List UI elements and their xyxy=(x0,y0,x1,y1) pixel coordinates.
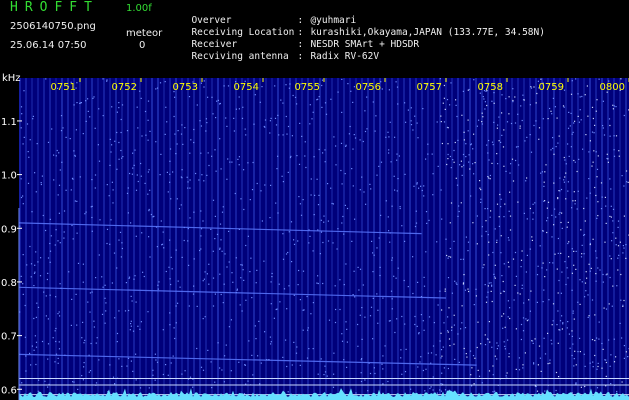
x-tick-label: 0751 xyxy=(51,82,76,93)
spectrogram: 1.1 1.0 0.9 0.8 0.7 0.6 0751 0752 0753 0754 0755 07… xyxy=(1,78,629,400)
y-tick-label: 0.6 xyxy=(1,385,17,396)
y-axis-unit-label: kHz xyxy=(2,73,21,84)
x-tick-label: 0752 xyxy=(112,82,137,93)
y-tick-label: 0.8 xyxy=(1,278,17,289)
y-tick-label: 1.0 xyxy=(1,171,17,182)
x-tick-label: 0754 xyxy=(234,82,259,93)
y-tick-label: 1.1 xyxy=(1,117,17,128)
x-tick-label: 0756 xyxy=(356,82,381,93)
x-tick-label: 0758 xyxy=(478,82,503,93)
x-tick-label: 0753 xyxy=(173,82,198,93)
y-tick-label: 0.7 xyxy=(1,332,17,343)
x-tick-label: 0757 xyxy=(417,82,442,93)
x-tick-label: 0800 xyxy=(600,82,625,93)
x-tick-label: 0755 xyxy=(295,82,320,93)
y-tick-label: 0.9 xyxy=(1,224,17,235)
x-tick-label: 0759 xyxy=(539,82,564,93)
